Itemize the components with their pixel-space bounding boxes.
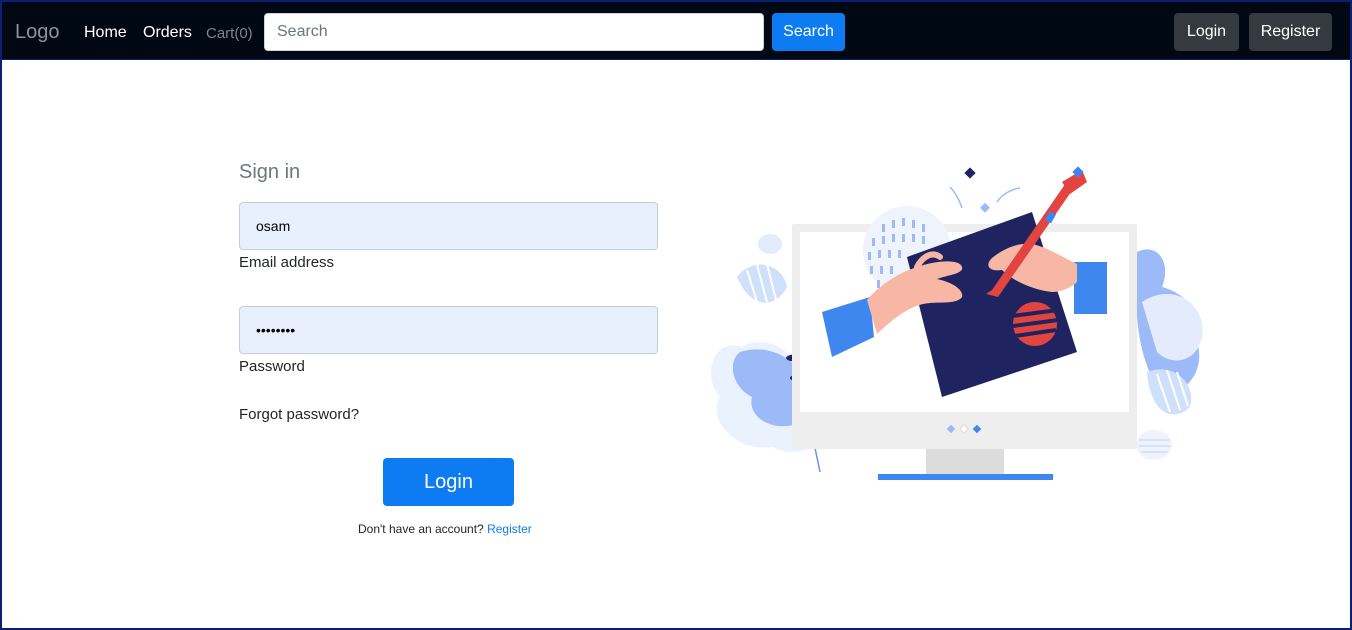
login-button[interactable]: Login (383, 458, 514, 506)
nav-register-button[interactable]: Register (1249, 13, 1332, 51)
app-frame: Logo Home Orders Cart(0) Search Login Re… (0, 0, 1352, 630)
register-prompt: Don't have an account? Register (358, 522, 532, 536)
nav-home-link[interactable]: Home (84, 24, 127, 42)
nav-cart-link[interactable]: Cart(0) (206, 25, 253, 42)
nav-login-button[interactable]: Login (1174, 13, 1239, 51)
forgot-password-link[interactable]: Forgot password? (239, 406, 359, 423)
email-field[interactable] (239, 202, 658, 250)
search-input[interactable] (264, 13, 764, 51)
signin-title: Sign in (239, 161, 301, 183)
no-account-text: Don't have an account? (358, 522, 484, 536)
email-label: Email address (239, 254, 335, 271)
password-field[interactable] (239, 306, 658, 354)
top-navbar: Logo Home Orders Cart(0) Search Login Re… (2, 2, 1350, 60)
search-button[interactable]: Search (772, 13, 845, 51)
nav-orders-link[interactable]: Orders (143, 24, 192, 42)
password-label: Password (239, 358, 305, 375)
brand-logo[interactable]: Logo (15, 21, 60, 44)
register-link[interactable]: Register (487, 522, 532, 536)
signin-computer-illustration (711, 166, 1203, 480)
